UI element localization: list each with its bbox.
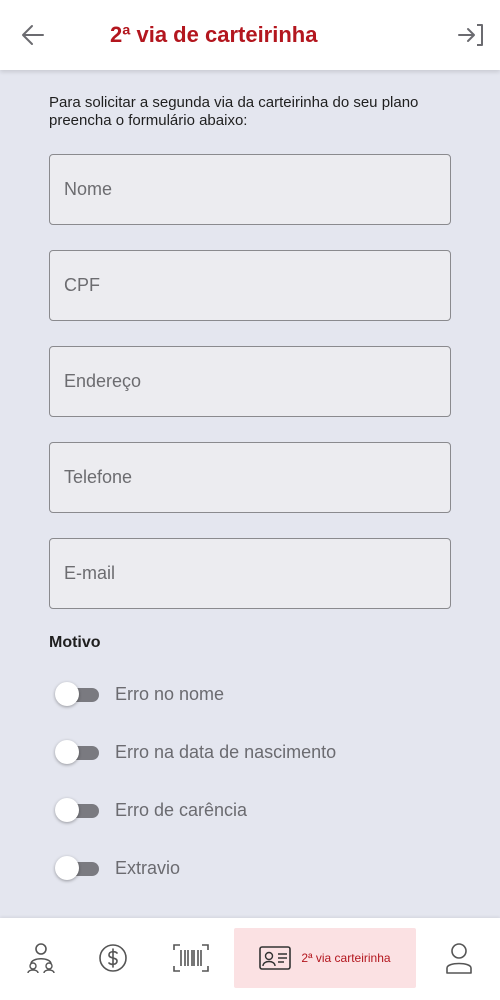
- nav-item-financial[interactable]: [90, 928, 136, 988]
- cpf-field[interactable]: [49, 250, 451, 321]
- dollar-icon: [99, 944, 127, 972]
- reason-toggle[interactable]: [55, 856, 99, 880]
- arrow-left-icon: [22, 25, 44, 45]
- bottom-navigation: 2ª via carteirinha: [0, 918, 500, 1000]
- nav-item-family[interactable]: [18, 928, 64, 988]
- toggle-thumb: [55, 682, 79, 706]
- logout-button[interactable]: [456, 20, 486, 50]
- page-title: 2ª via de carteirinha: [110, 22, 318, 47]
- reason-heading: Motivo: [49, 634, 101, 651]
- nav-item-label: 2ª via carteirinha: [301, 951, 391, 965]
- reason-option-lost[interactable]: Extravio: [55, 853, 455, 883]
- barcode-icon: [173, 944, 209, 972]
- logout-icon: [458, 24, 483, 46]
- address-field[interactable]: [49, 346, 451, 417]
- nav-item-profile[interactable]: [436, 928, 482, 988]
- toggle-thumb: [55, 798, 79, 822]
- reason-toggle[interactable]: [55, 740, 99, 764]
- reason-label: Erro no nome: [115, 683, 225, 704]
- nav-item-card-copy[interactable]: 2ª via carteirinha: [234, 928, 416, 988]
- reason-label: Extravio: [115, 857, 181, 878]
- reason-label: Erro na data de nascimento: [115, 741, 337, 762]
- reason-label: Erro de carência: [115, 799, 248, 820]
- form-instructions: Para solicitar a segunda via da carteiri…: [49, 94, 419, 129]
- toggle-thumb: [55, 740, 79, 764]
- reason-option-name-error[interactable]: Erro no nome: [55, 679, 455, 709]
- app-header: 2ª via de carteirinha: [0, 0, 500, 70]
- email-field[interactable]: [49, 538, 451, 609]
- phone-field[interactable]: [49, 442, 451, 513]
- reason-toggle[interactable]: [55, 682, 99, 706]
- id-card-icon: [259, 946, 292, 970]
- reason-toggle[interactable]: [55, 798, 99, 822]
- family-icon: [27, 943, 55, 974]
- reason-option-grace-error[interactable]: Erro de carência: [55, 795, 455, 825]
- back-button[interactable]: [18, 20, 48, 50]
- nav-item-barcode[interactable]: [168, 928, 214, 988]
- name-field[interactable]: [49, 154, 451, 225]
- reason-option-birthdate-error[interactable]: Erro na data de nascimento: [55, 737, 455, 767]
- user-icon: [446, 943, 472, 974]
- toggle-thumb: [55, 856, 79, 880]
